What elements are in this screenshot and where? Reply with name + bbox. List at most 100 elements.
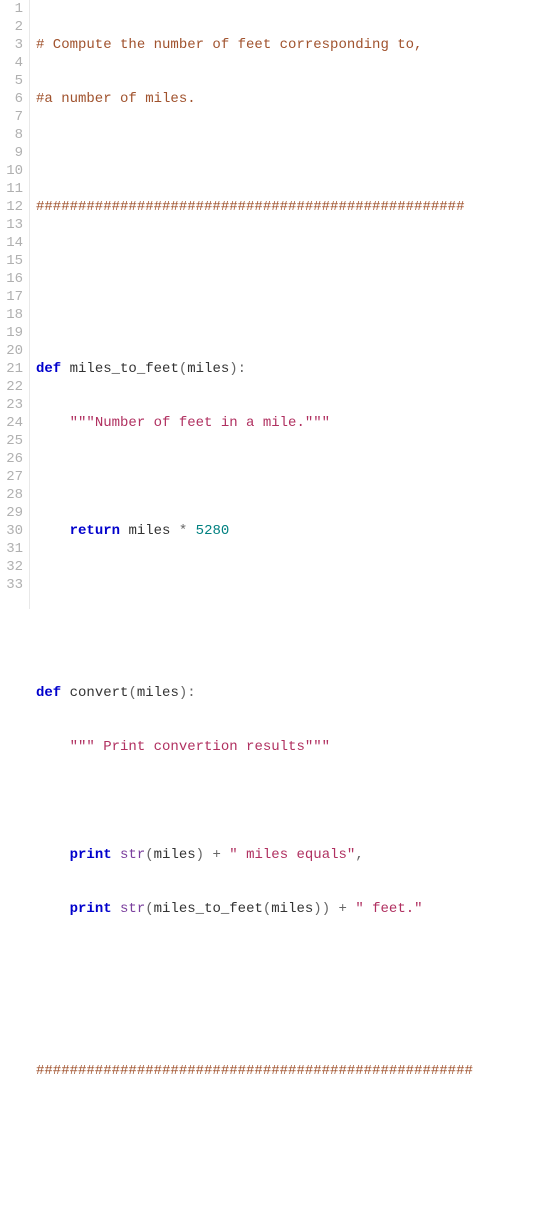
line-number: 12 — [0, 198, 23, 216]
keyword-print: print — [70, 847, 112, 863]
parameter: miles — [187, 361, 229, 377]
comment-text: # Compute the number of feet correspondi… — [36, 37, 422, 53]
operator: * — [170, 523, 195, 539]
code-line: return miles * 5280 — [36, 522, 538, 540]
function-name: convert — [70, 685, 129, 701]
code-line: ########################################… — [36, 198, 538, 216]
code-line — [36, 630, 538, 648]
call-name: miles_to_feet — [154, 901, 263, 917]
line-number: 19 — [0, 324, 23, 342]
line-number: 11 — [0, 180, 23, 198]
comment-text: ########################################… — [36, 199, 464, 215]
paren-open: ( — [263, 901, 271, 917]
line-number-gutter: 1234567891011121314151617181920212223242… — [0, 0, 30, 609]
line-number: 1 — [0, 0, 23, 18]
line-number: 9 — [0, 144, 23, 162]
code-editor[interactable]: 1234567891011121314151617181920212223242… — [0, 0, 538, 609]
paren-close: ) — [322, 901, 330, 917]
code-line: def miles_to_feet(miles): — [36, 360, 538, 378]
code-line: print str(miles_to_feet(miles)) + " feet… — [36, 900, 538, 918]
identifier: miles — [271, 901, 313, 917]
space — [112, 847, 120, 863]
line-number: 2 — [0, 18, 23, 36]
line-number: 17 — [0, 288, 23, 306]
line-number: 27 — [0, 468, 23, 486]
code-line: """ Print convertion results""" — [36, 738, 538, 756]
comment-text: #a number of miles. — [36, 91, 196, 107]
code-line — [36, 306, 538, 324]
identifier: miles — [154, 847, 196, 863]
code-line: def convert(miles): — [36, 684, 538, 702]
code-line — [36, 252, 538, 270]
line-number: 16 — [0, 270, 23, 288]
paren-close: ) — [313, 901, 321, 917]
code-area[interactable]: # Compute the number of feet correspondi… — [30, 0, 538, 609]
indent — [36, 415, 70, 431]
code-line: # Compute the number of feet correspondi… — [36, 36, 538, 54]
code-line: #a number of miles. — [36, 90, 538, 108]
keyword-print: print — [70, 901, 112, 917]
parameter: miles — [137, 685, 179, 701]
paren-close: ) — [229, 361, 237, 377]
code-line — [36, 1008, 538, 1026]
string-literal: " miles equals" — [229, 847, 355, 863]
number-literal: 5280 — [196, 523, 230, 539]
line-number: 6 — [0, 90, 23, 108]
line-number: 32 — [0, 558, 23, 576]
paren-open: ( — [145, 847, 153, 863]
code-line: """Number of feet in a mile.""" — [36, 414, 538, 432]
colon: : — [187, 685, 195, 701]
docstring: """ Print convertion results""" — [70, 739, 330, 755]
code-line — [36, 468, 538, 486]
keyword-def: def — [36, 361, 61, 377]
paren-open: ( — [179, 361, 187, 377]
line-number: 23 — [0, 396, 23, 414]
code-line: print str(miles) + " miles equals", — [36, 846, 538, 864]
line-number: 8 — [0, 126, 23, 144]
colon: : — [238, 361, 246, 377]
line-number: 13 — [0, 216, 23, 234]
line-number: 14 — [0, 234, 23, 252]
line-number: 4 — [0, 54, 23, 72]
line-number: 25 — [0, 432, 23, 450]
comma: , — [355, 847, 363, 863]
line-number: 26 — [0, 450, 23, 468]
paren-close: ) — [179, 685, 187, 701]
indent — [36, 847, 70, 863]
code-line — [36, 954, 538, 972]
line-number: 29 — [0, 504, 23, 522]
code-line — [36, 144, 538, 162]
line-number: 18 — [0, 306, 23, 324]
code-line — [36, 1170, 538, 1188]
line-number: 22 — [0, 378, 23, 396]
indent — [36, 523, 70, 539]
function-name: miles_to_feet — [70, 361, 179, 377]
line-number: 28 — [0, 486, 23, 504]
line-number: 10 — [0, 162, 23, 180]
paren-open: ( — [145, 901, 153, 917]
line-number: 31 — [0, 540, 23, 558]
code-line: ########################################… — [36, 1062, 538, 1080]
line-number: 21 — [0, 360, 23, 378]
identifier: miles — [128, 523, 170, 539]
code-line — [36, 576, 538, 594]
operator: + — [204, 847, 229, 863]
line-number: 7 — [0, 108, 23, 126]
string-literal: " feet." — [355, 901, 422, 917]
line-number: 15 — [0, 252, 23, 270]
builtin-str: str — [120, 847, 145, 863]
comment-text: ########################################… — [36, 1063, 473, 1079]
docstring: """Number of feet in a mile.""" — [70, 415, 330, 431]
indent — [36, 901, 70, 917]
paren-close: ) — [196, 847, 204, 863]
keyword-return: return — [70, 523, 120, 539]
line-number: 5 — [0, 72, 23, 90]
indent — [36, 739, 70, 755]
line-number: 24 — [0, 414, 23, 432]
line-number: 20 — [0, 342, 23, 360]
builtin-str: str — [120, 901, 145, 917]
code-line — [36, 1116, 538, 1134]
line-number: 33 — [0, 576, 23, 594]
keyword-def: def — [36, 685, 61, 701]
line-number: 30 — [0, 522, 23, 540]
